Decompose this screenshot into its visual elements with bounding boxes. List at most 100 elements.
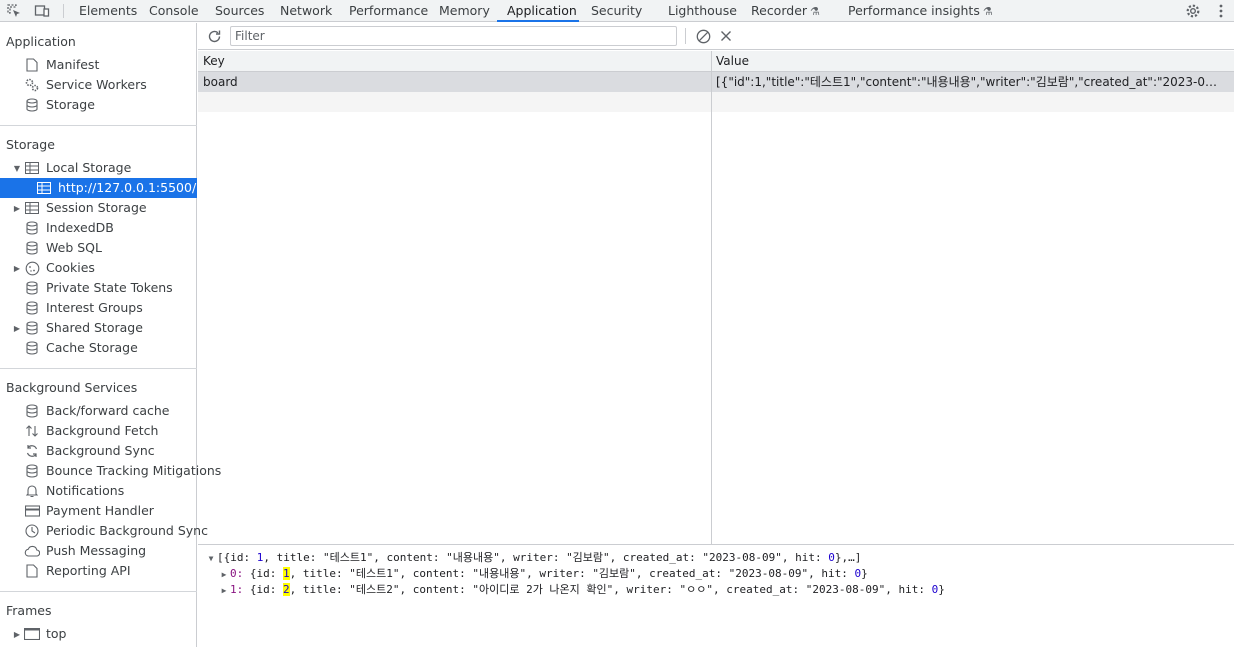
tab-elements[interactable]: Elements xyxy=(79,0,137,22)
storage-toolbar xyxy=(198,23,1234,50)
sidebar-item-periodic-sync[interactable]: Periodic Background Sync xyxy=(0,521,208,541)
experimental-flask-icon: ⚗ xyxy=(810,5,820,18)
filter-input[interactable] xyxy=(230,26,677,46)
column-header-key[interactable]: Key xyxy=(203,51,225,72)
application-sidebar: Application Manifest Service Workers Sto… xyxy=(0,23,221,647)
collapsed-arrow-icon[interactable]: ▶ xyxy=(12,198,22,218)
expanded-arrow-icon[interactable]: ▼ xyxy=(12,158,22,178)
collapsed-arrow-icon[interactable]: ▶ xyxy=(12,318,22,338)
sidebar-item-service-workers[interactable]: Service Workers xyxy=(0,75,197,95)
sidebar-item-payment-handler[interactable]: Payment Handler xyxy=(0,501,197,521)
sidebar-item-web-sql[interactable]: Web SQL xyxy=(0,238,197,258)
highlighted-id-value: 1 xyxy=(283,567,290,580)
frame-window-icon xyxy=(24,626,40,642)
tab-security[interactable]: Security xyxy=(591,0,642,22)
collapsed-triangle-icon[interactable]: ▶ xyxy=(218,567,230,583)
tab-performance-insights-label: Performance insights xyxy=(848,3,980,18)
sidebar-item-label: Local Storage xyxy=(46,160,132,175)
sidebar-item-back-forward-cache[interactable]: Back/forward cache xyxy=(0,401,197,421)
sidebar-item-label: Service Workers xyxy=(46,77,147,92)
sidebar-item-label: Cache Storage xyxy=(46,340,138,355)
table-grid-icon xyxy=(36,180,52,196)
sidebar-item-label: Push Messaging xyxy=(46,543,147,558)
collapsed-arrow-icon[interactable]: ▶ xyxy=(12,258,22,278)
key-value-table: Key Value board [{"id":1,"title":"테스트1",… xyxy=(198,51,1234,544)
sidebar-item-background-fetch[interactable]: Background Fetch xyxy=(0,421,197,441)
collapsed-triangle-icon[interactable]: ▶ xyxy=(218,583,230,599)
table-header: Key Value xyxy=(198,51,1234,72)
sidebar-item-session-storage[interactable]: ▶ Session Storage xyxy=(0,198,197,218)
sidebar-item-bounce-tracking[interactable]: Bounce Tracking Mitigations xyxy=(0,461,221,481)
section-header-storage: Storage xyxy=(6,137,55,152)
sidebar-item-indexeddb[interactable]: IndexedDB xyxy=(0,218,197,238)
device-toolbar-icon[interactable] xyxy=(33,2,51,20)
tab-performance[interactable]: Performance xyxy=(349,0,428,22)
refresh-icon[interactable] xyxy=(205,27,223,45)
credit-card-icon xyxy=(24,503,40,519)
sidebar-item-label: Manifest xyxy=(46,57,100,72)
clock-icon xyxy=(24,523,40,539)
tab-lighthouse[interactable]: Lighthouse xyxy=(668,0,737,22)
experimental-flask-icon: ⚗ xyxy=(982,5,993,18)
tab-recorder[interactable]: Recorder ⚗ xyxy=(751,0,820,22)
delete-selected-icon[interactable] xyxy=(717,27,735,45)
sidebar-item-cache-storage[interactable]: Cache Storage xyxy=(0,338,197,358)
sidebar-item-local-origin[interactable]: http://127.0.0.1:5500/ xyxy=(0,178,197,198)
section-divider xyxy=(0,591,197,592)
sidebar-item-label: Background Fetch xyxy=(46,423,159,438)
clear-all-icon[interactable] xyxy=(694,27,712,45)
section-divider xyxy=(0,368,197,369)
sidebar-item-frame-top[interactable]: ▶ top xyxy=(0,624,197,644)
sidebar-item-label: Shared Storage xyxy=(46,320,143,335)
table-grid-icon xyxy=(24,160,40,176)
sidebar-item-label: Bounce Tracking Mitigations xyxy=(46,463,222,478)
sidebar-item-manifest[interactable]: Manifest xyxy=(0,55,197,75)
tab-memory[interactable]: Memory xyxy=(439,0,490,22)
sidebar-item-reporting-api[interactable]: Reporting API xyxy=(0,561,197,581)
more-options-icon[interactable] xyxy=(1212,2,1230,20)
collapsed-arrow-icon[interactable]: ▶ xyxy=(12,624,22,644)
sidebar-item-notifications[interactable]: Notifications xyxy=(0,481,197,501)
preview-item-0[interactable]: ▶ 0: {id: 1, title: "테스트1", content: "내용내… xyxy=(218,566,868,582)
table-grid-icon xyxy=(24,200,40,216)
tab-network[interactable]: Network xyxy=(280,0,332,22)
inspect-element-icon[interactable] xyxy=(5,2,23,20)
column-header-value[interactable]: Value xyxy=(716,51,749,72)
sidebar-item-label: Back/forward cache xyxy=(46,403,170,418)
value-cell: [{"id":1,"title":"테스트1","content":"내용내용"… xyxy=(716,75,1221,89)
sidebar-item-label: Notifications xyxy=(46,483,125,498)
sidebar-item-private-state-tokens[interactable]: Private State Tokens xyxy=(0,278,197,298)
sidebar-item-label: Cookies xyxy=(46,260,95,275)
sidebar-item-label: Web SQL xyxy=(46,240,102,255)
tab-sources[interactable]: Sources xyxy=(215,0,264,22)
sidebar-item-label: Storage xyxy=(46,97,95,112)
tab-recorder-label: Recorder xyxy=(751,3,808,18)
sidebar-item-local-storage[interactable]: ▼ Local Storage xyxy=(0,158,197,178)
sidebar-item-interest-groups[interactable]: Interest Groups xyxy=(0,298,197,318)
tab-application[interactable]: Application xyxy=(507,0,577,22)
section-header-background-services: Background Services xyxy=(6,380,138,395)
tab-console[interactable]: Console xyxy=(149,0,199,22)
tab-performance-insights[interactable]: Performance insights ⚗ xyxy=(848,0,993,22)
sidebar-item-label: Background Sync xyxy=(46,443,155,458)
sidebar-item-storage[interactable]: Storage xyxy=(0,95,197,115)
preview-item-1[interactable]: ▶ 1: {id: 2, title: "테스트2", content: "아이디… xyxy=(218,582,945,598)
preview-root-line[interactable]: ▼ [{id: 1, title: "테스트1", content: "내용내용"… xyxy=(205,550,862,567)
settings-gear-icon[interactable] xyxy=(1184,2,1202,20)
up-down-arrows-icon xyxy=(24,423,40,439)
sidebar-item-background-sync[interactable]: Background Sync xyxy=(0,441,197,461)
database-icon xyxy=(24,403,40,419)
expanded-triangle-icon[interactable]: ▼ xyxy=(205,551,217,567)
toolbar-divider xyxy=(63,4,64,18)
gears-icon xyxy=(24,77,40,93)
sidebar-item-push-messaging[interactable]: Push Messaging xyxy=(0,541,197,561)
database-icon xyxy=(24,97,40,113)
table-row[interactable]: board [{"id":1,"title":"테스트1","content":… xyxy=(198,72,1234,92)
document-icon xyxy=(24,57,40,73)
sidebar-item-shared-storage[interactable]: ▶ Shared Storage xyxy=(0,318,197,338)
database-icon xyxy=(24,340,40,356)
sidebar-item-label: Interest Groups xyxy=(46,300,143,315)
sidebar-item-cookies[interactable]: ▶ Cookies xyxy=(0,258,197,278)
database-icon xyxy=(24,320,40,336)
sidebar-item-label: IndexedDB xyxy=(46,220,114,235)
